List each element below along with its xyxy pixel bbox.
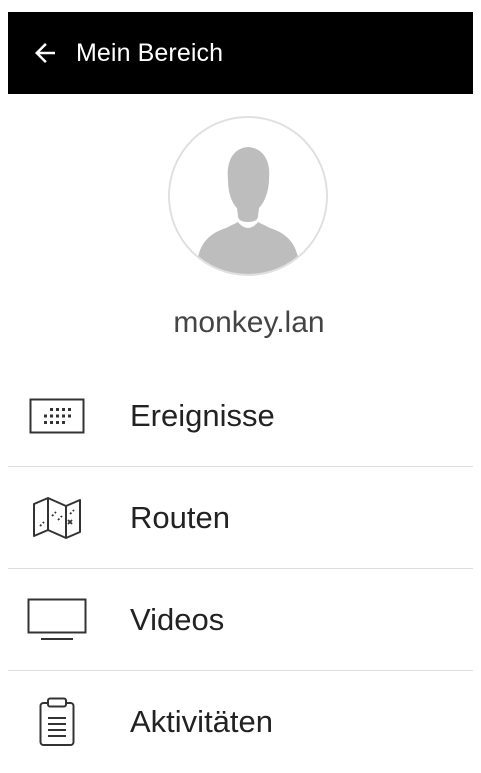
profile-section: monkey.lan xyxy=(8,94,473,364)
map-icon xyxy=(22,496,92,540)
username: monkey.lan xyxy=(173,306,325,339)
back-button[interactable] xyxy=(16,12,74,94)
avatar[interactable] xyxy=(168,116,328,276)
menu-item-label: Videos xyxy=(130,602,225,637)
page-title: Mein Bereich xyxy=(76,38,224,67)
person-silhouette-icon xyxy=(170,118,326,274)
app-bar: Mein Bereich xyxy=(8,12,473,94)
profile-menu: Ereignisse Routen Videos Aktivitäten xyxy=(8,365,473,773)
menu-item-label: Ereignisse xyxy=(130,398,275,433)
menu-item-ereignisse[interactable]: Ereignisse xyxy=(8,365,473,467)
app-screen: Mein Bereich monkey.lan Ereignisse Route… xyxy=(8,12,481,763)
monitor-icon xyxy=(22,598,92,642)
menu-item-aktivitaeten[interactable]: Aktivitäten xyxy=(8,671,473,773)
menu-item-label: Aktivitäten xyxy=(130,704,274,739)
menu-item-label: Routen xyxy=(130,500,230,535)
calendar-grid-icon xyxy=(22,398,92,434)
clipboard-icon xyxy=(22,697,92,747)
menu-item-routen[interactable]: Routen xyxy=(8,467,473,569)
arrow-left-icon xyxy=(35,43,55,63)
menu-item-videos[interactable]: Videos xyxy=(8,569,473,671)
